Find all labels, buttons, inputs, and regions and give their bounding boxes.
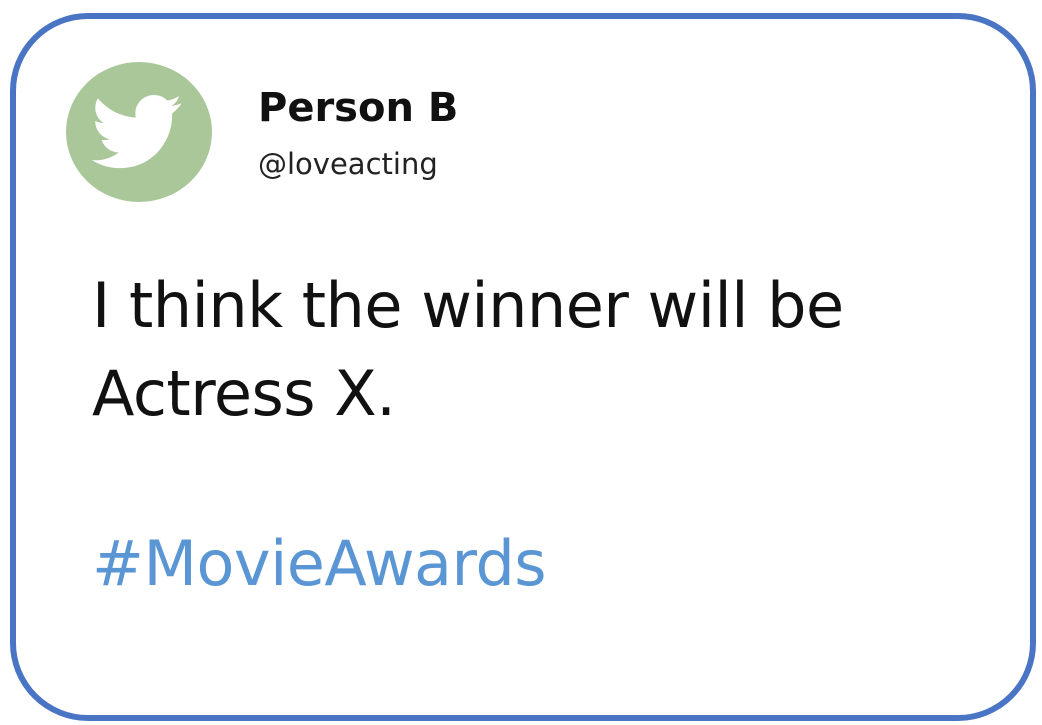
tweet-text-line: Actress X. [92,357,396,430]
tweet-text-line: I think the winner will be [92,269,844,342]
author-handle[interactable]: @loveacting [258,146,438,182]
avatar[interactable] [66,62,212,202]
twitter-bird-icon [91,95,182,169]
hashtag-link[interactable]: #MovieAwards [92,524,547,604]
author-name[interactable]: Person B [258,84,458,132]
tweet-text: I think the winner will be Actress X. [92,262,952,438]
